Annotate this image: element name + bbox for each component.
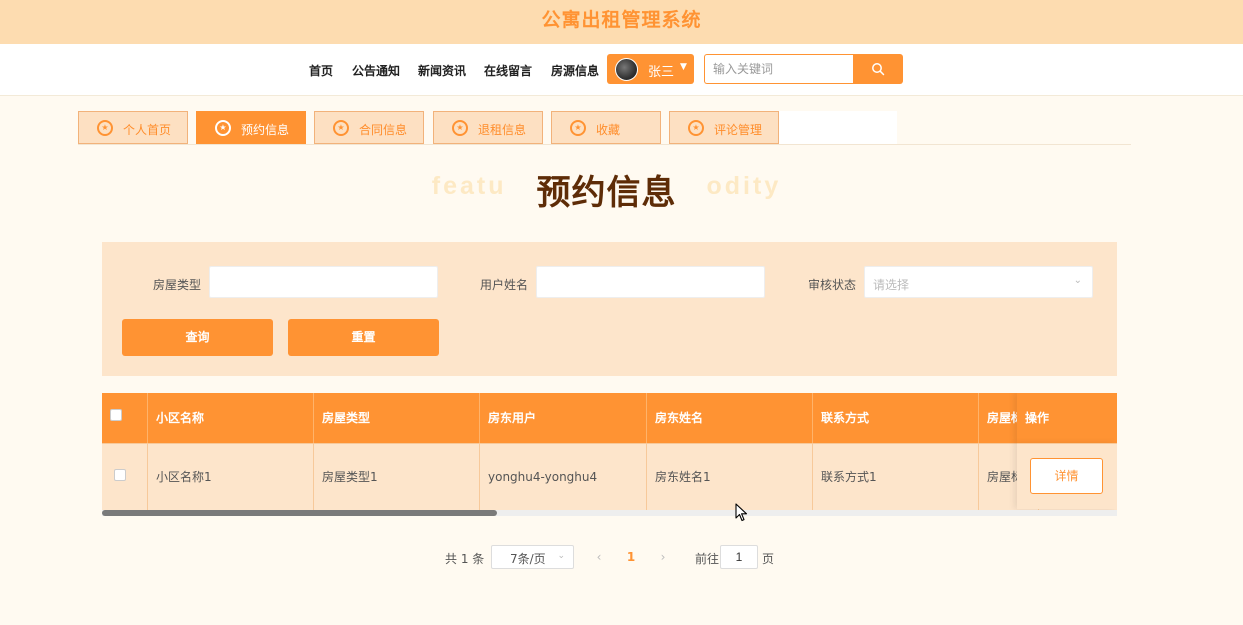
nav-item-notices[interactable]: 公告通知	[352, 62, 400, 79]
page-suffix: 页	[762, 552, 775, 566]
nav-bar: 首页 公告通知 新闻资讯 在线留言 房源信息 张三 ▼	[0, 44, 1243, 96]
goto-label: 前往	[695, 552, 720, 566]
scrollbar-thumb[interactable]	[102, 510, 497, 516]
tab-label: 退租信息	[478, 123, 527, 137]
tab-reservations[interactable]: ★ 预约信息	[196, 111, 306, 144]
house-type-label: 房屋类型	[153, 278, 202, 292]
column-header[interactable]: 房东姓名	[647, 393, 813, 443]
tab-favorites[interactable]: ★ 收藏	[551, 111, 661, 144]
nav-item-listings[interactable]: 房源信息	[551, 62, 599, 79]
search-icon	[872, 63, 885, 76]
house-type-input[interactable]	[209, 266, 438, 298]
user-name-label: 用户姓名	[480, 278, 529, 292]
nav-item-home[interactable]: 首页	[309, 62, 333, 79]
table-cell: 联系方式1	[813, 444, 979, 510]
page-number-current[interactable]: 1	[620, 547, 642, 567]
detail-button[interactable]: 详情	[1030, 458, 1103, 494]
tab-move-out[interactable]: ★ 退租信息	[433, 111, 543, 144]
row-select-cell	[102, 444, 148, 510]
search-input[interactable]	[704, 54, 854, 84]
nav-item-messages[interactable]: 在线留言	[484, 62, 532, 79]
table-cell: 房屋类型1	[314, 444, 480, 510]
star-circle-icon: ★	[570, 120, 586, 136]
next-page-button[interactable]: ›	[653, 547, 673, 567]
table-cell: 小区名称1	[148, 444, 314, 510]
tab-comments[interactable]: ★ 评论管理	[669, 111, 779, 144]
nav-item-news[interactable]: 新闻资讯	[418, 62, 466, 79]
query-button[interactable]: 查询	[122, 319, 273, 356]
column-header[interactable]: 房屋类型	[314, 393, 480, 443]
page-size-value: 7条/页	[510, 552, 546, 566]
star-circle-icon: ★	[97, 120, 113, 136]
page-size-select[interactable]: 7条/页 ⌄	[491, 545, 574, 569]
app-title: 公寓出租管理系统	[541, 9, 702, 31]
column-header[interactable]: 联系方式	[813, 393, 979, 443]
row-checkbox[interactable]	[114, 469, 126, 481]
user-name: 张三	[648, 65, 675, 80]
search-button[interactable]	[853, 54, 903, 84]
star-circle-icon: ★	[333, 120, 349, 136]
tab-placeholder	[779, 111, 897, 144]
chevron-down-icon: ⌄	[557, 551, 565, 561]
user-menu-button[interactable]: 张三 ▼	[607, 54, 694, 84]
top-bar: 公寓出租管理系统	[0, 0, 1243, 44]
tab-label: 合同信息	[359, 123, 408, 137]
tab-contracts[interactable]: ★ 合同信息	[314, 111, 424, 144]
table-cell: 房东姓名1	[647, 444, 813, 510]
column-header[interactable]: 房东用户	[480, 393, 647, 443]
reservations-table: 小区名称 房屋类型 房东用户 房东姓名 联系方式 房屋标 小区名称1 房屋类型1…	[102, 393, 1117, 510]
chevron-down-icon: ⌄	[1073, 275, 1082, 286]
table-cell: yonghu4-yonghu4	[480, 444, 647, 510]
table-row: 小区名称1 房屋类型1 yonghu4-yonghu4 房东姓名1 联系方式1 …	[102, 443, 1117, 510]
star-circle-icon: ★	[688, 120, 704, 136]
tab-label: 评论管理	[714, 123, 763, 137]
select-all-cell	[102, 393, 148, 443]
review-status-select[interactable]: 请选择 ⌄	[864, 266, 1093, 298]
action-column-header: 操作	[1017, 393, 1117, 443]
review-status-label: 审核状态	[808, 278, 857, 292]
pagination-total: 共 1 条	[445, 552, 485, 566]
tab-label: 预约信息	[241, 123, 290, 137]
star-circle-icon: ★	[452, 120, 468, 136]
tabs-divider	[78, 144, 1131, 145]
caret-down-icon: ▼	[680, 62, 687, 72]
page-title: 预约信息	[536, 173, 677, 213]
goto-page-input[interactable]	[720, 545, 758, 569]
tab-label: 个人首页	[123, 123, 172, 137]
avatar	[615, 58, 638, 81]
column-header[interactable]: 小区名称	[148, 393, 314, 443]
mouse-cursor-icon	[735, 503, 748, 522]
reset-button[interactable]: 重置	[288, 319, 439, 356]
tab-profile[interactable]: ★ 个人首页	[78, 111, 188, 144]
review-status-placeholder: 请选择	[873, 278, 910, 292]
table-header: 小区名称 房屋类型 房东用户 房东姓名 联系方式 房屋标	[102, 393, 1117, 443]
star-circle-icon: ★	[215, 120, 231, 136]
action-column: 操作 详情	[1017, 393, 1117, 510]
prev-page-button[interactable]: ‹	[589, 547, 609, 567]
action-cell: 详情	[1017, 443, 1117, 509]
tab-label: 收藏	[596, 123, 621, 137]
filter-panel: 房屋类型 用户姓名 审核状态 请选择 ⌄ 查询 重置	[102, 242, 1117, 376]
select-all-checkbox[interactable]	[110, 409, 122, 421]
user-name-input[interactable]	[536, 266, 765, 298]
